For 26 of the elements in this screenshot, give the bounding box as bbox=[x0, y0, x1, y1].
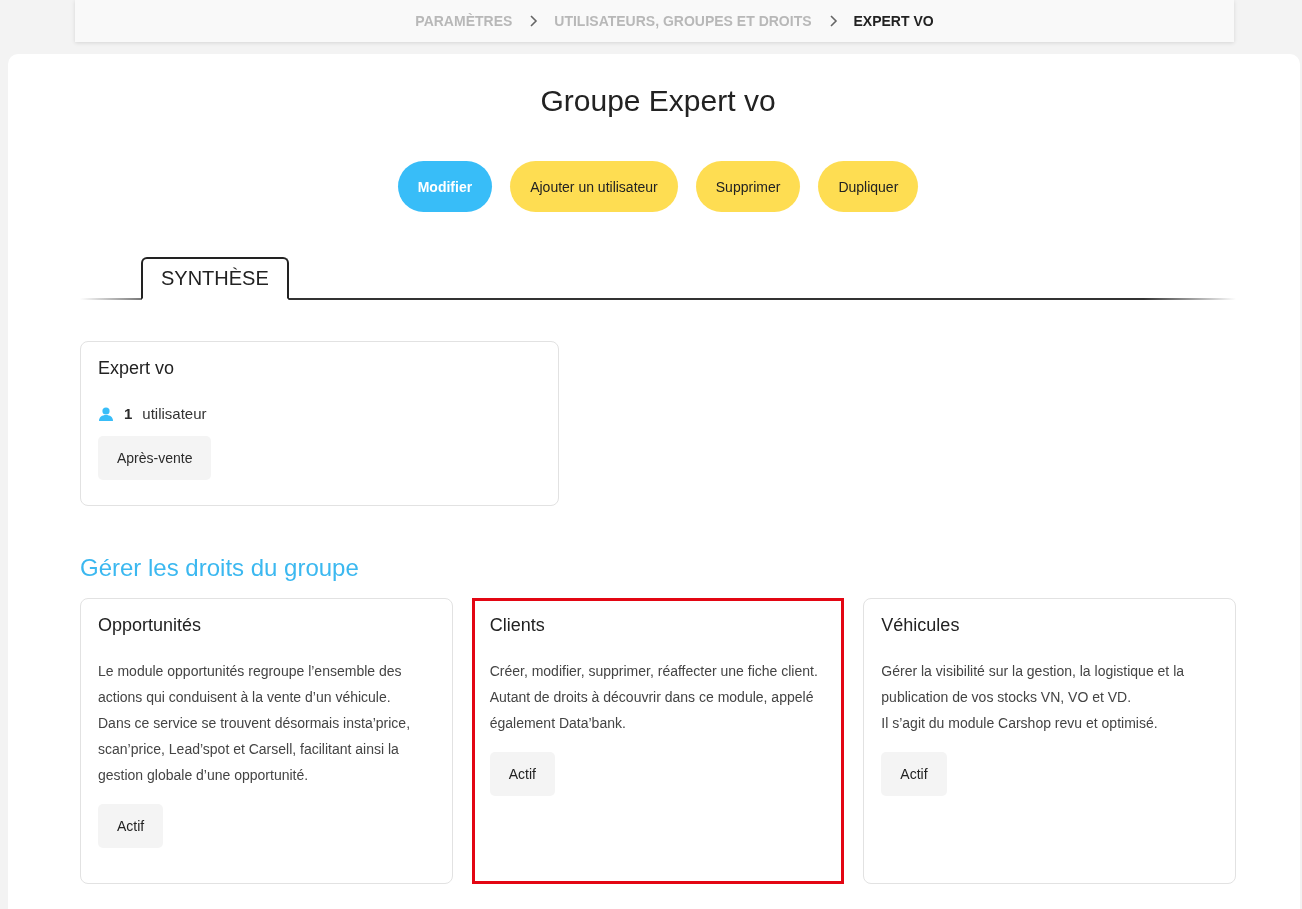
chevron-icon bbox=[827, 15, 838, 27]
group-tag: Après-vente bbox=[98, 436, 212, 480]
action-button[interactable]: Supprimer bbox=[695, 161, 801, 212]
module-description: Autant de droits à découvrir dans ce module, appelé également Data’bank. bbox=[489, 688, 815, 733]
status-button[interactable]: Actif bbox=[489, 752, 555, 796]
tab[interactable]: SYNTHÈSE bbox=[141, 257, 289, 300]
module-description: Dans ce service se trouvent désormais insta’price, scan’price, Lead’spot et Carsell, facilitant ainsi la gestion globale d’une opportunité. bbox=[98, 714, 412, 785]
breadcrumb-link[interactable]: EXPERT VO bbox=[853, 13, 934, 29]
user-label: utilisateur bbox=[142, 405, 207, 422]
module-description: Le module opportunités regroupe l’ensemble des actions qui conduisent à la vente d’un véhicule. bbox=[98, 662, 403, 707]
action-button[interactable]: Dupliquer bbox=[818, 161, 919, 212]
status-button[interactable]: Actif bbox=[881, 752, 947, 796]
user-count: 1 bbox=[124, 405, 133, 422]
action-button[interactable]: Ajouter un utilisateur bbox=[510, 161, 678, 212]
module-title: Clients bbox=[489, 615, 545, 636]
module-description: Créer, modifier, supprimer, réaffecter une fiche client. bbox=[489, 662, 819, 681]
module-title: Opportunités bbox=[98, 615, 202, 636]
status-button[interactable]: Actif bbox=[98, 804, 164, 848]
module-description: Gérer la visibilité sur la gestion, la logistique et la publication de vos stocks VN, VO et VD. bbox=[881, 662, 1186, 707]
page-title: Groupe Expert vo bbox=[540, 84, 776, 118]
module-title: Véhicules bbox=[881, 615, 960, 636]
module-description: Il s’agit du module Carshop revu et optimisé. bbox=[881, 714, 1159, 733]
user-icon bbox=[98, 406, 114, 421]
chevron-icon bbox=[528, 15, 539, 27]
section-heading: Gérer les droits du groupe bbox=[80, 554, 360, 582]
group-name: Expert vo bbox=[98, 358, 175, 379]
